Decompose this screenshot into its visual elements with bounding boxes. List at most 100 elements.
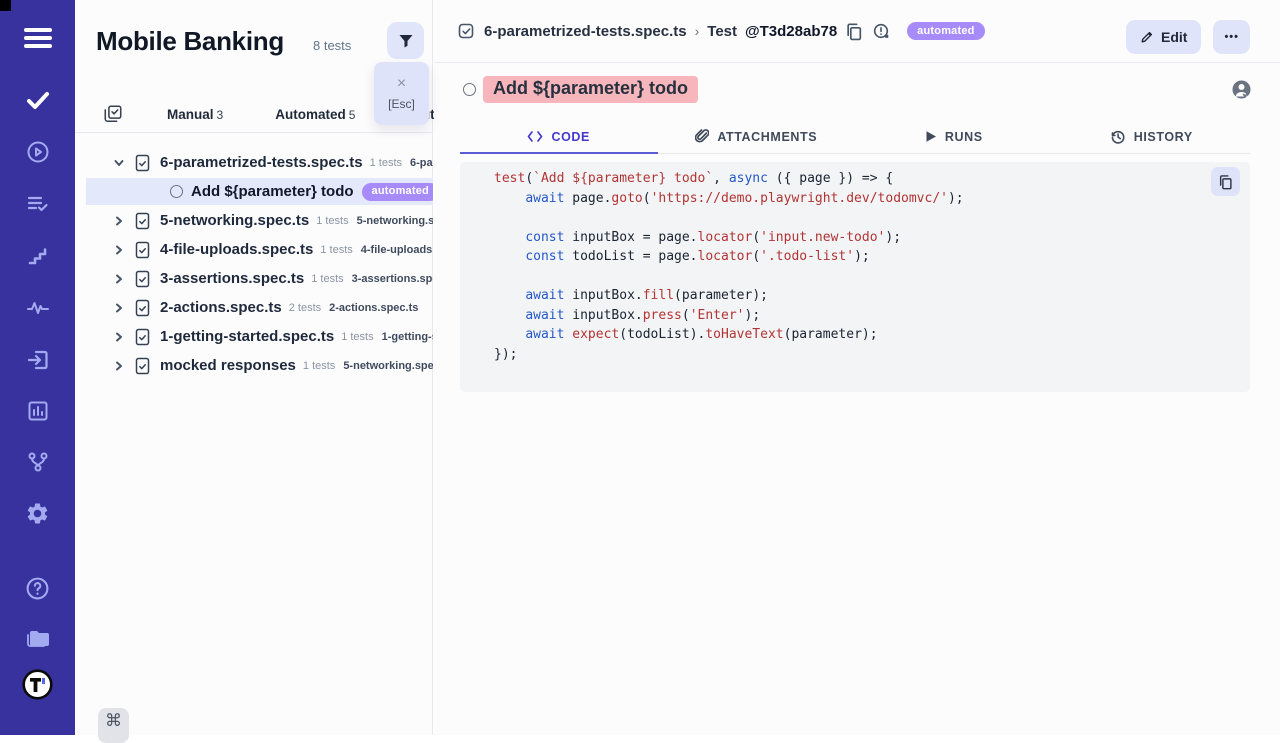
automated-badge: automated <box>907 22 984 40</box>
menu-icon[interactable] <box>0 27 75 49</box>
test-status-circle-icon <box>170 185 183 198</box>
tab-code[interactable]: CODE <box>460 120 658 153</box>
test-title: Add ${parameter} todo <box>483 76 698 103</box>
breadcrumb-file[interactable]: 6-parametrized-tests.spec.ts <box>484 23 687 40</box>
spec-file-icon <box>134 357 151 375</box>
tree-spec-file-row[interactable]: 5-networking.spec.ts1 tests5-networking.… <box>75 206 433 235</box>
project-title: Mobile Banking <box>96 26 284 57</box>
breadcrumb: 6-parametrized-tests.spec.ts › Test @T3d… <box>457 22 985 41</box>
tree-spec-file-row[interactable]: 6-parametrized-tests.spec.ts 1 tests 6-par… <box>75 148 433 177</box>
spec-file-path: 2-actions.spec.ts <box>329 302 418 314</box>
import-icon[interactable] <box>0 348 75 372</box>
steps-icon[interactable] <box>0 244 75 268</box>
select-all-icon[interactable] <box>103 104 123 124</box>
chevron-right-icon[interactable] <box>113 302 125 314</box>
tree-spec-file-row[interactable]: 2-actions.spec.ts 2 tests 2-actions.spec.t… <box>75 293 433 322</box>
spec-file-path: 6-parametrized-tests.spec.ts <box>410 157 433 169</box>
code-line: await inputBox.fill(parameter); <box>494 288 964 308</box>
code-icon <box>527 130 543 143</box>
chevron-right-icon[interactable] <box>113 331 125 343</box>
spec-test-count: 1 tests <box>370 157 402 169</box>
assignee-avatar[interactable] <box>1231 79 1252 100</box>
detail-tabs: CODE ATTACHMENTS RUNS HISTORY <box>460 120 1250 154</box>
tree-test-row-selected[interactable]: Add ${parameter} todo automated <box>86 178 433 205</box>
chevron-down-icon[interactable] <box>113 157 125 169</box>
spec-test-count: 2 tests <box>289 302 321 314</box>
spec-file-icon <box>134 328 151 346</box>
code-line <box>494 269 964 289</box>
tree-spec-file-row[interactable]: 1-getting-started.spec.ts1 tests1-gettin… <box>75 322 433 351</box>
test-plans-icon[interactable] <box>0 192 75 216</box>
spec-file-path: 5-networking.spec.ts <box>357 215 433 227</box>
tree-spec-file-row[interactable]: mocked responses1 tests5-networking.spec… <box>75 351 433 380</box>
project-sidebar: Mobile Banking 8 tests × [Esc] Manual3 A… <box>75 0 433 735</box>
tab-automated[interactable]: Automated5 <box>275 107 355 122</box>
test-title-row: Add ${parameter} todo <box>463 76 698 103</box>
spec-file-name: 6-parametrized-tests.spec.ts <box>160 154 363 171</box>
corner-dot <box>0 0 11 11</box>
app-nav-rail <box>0 0 75 735</box>
spec-file-name: 1-getting-started.spec.ts <box>160 328 334 345</box>
code-line: await inputBox.press('Enter'); <box>494 308 964 328</box>
tab-attachments[interactable]: ATTACHMENTS <box>658 120 856 153</box>
spec-test-count: 1 tests <box>320 244 352 256</box>
test-detail-panel: 6-parametrized-tests.spec.ts › Test @T3d… <box>434 0 1280 735</box>
command-shortcut-button[interactable]: ⌘ <box>98 708 129 743</box>
spec-file-name: 2-actions.spec.ts <box>160 299 282 316</box>
analytics-chart-icon[interactable] <box>0 399 75 423</box>
spec-file-icon <box>134 154 151 172</box>
funnel-icon <box>397 32 415 50</box>
chevron-right-icon[interactable] <box>113 273 125 285</box>
test-status-circle-icon <box>463 83 476 96</box>
test-id: @T3d28ab78 <box>745 23 837 40</box>
help-icon[interactable] <box>0 576 75 601</box>
tab-runs[interactable]: RUNS <box>855 120 1053 153</box>
paperclip-icon <box>695 129 709 144</box>
close-icon[interactable]: × <box>397 76 406 92</box>
code-line: }); <box>494 347 964 367</box>
code-line: const todoList = page.locator('.todo-lis… <box>494 249 964 269</box>
tab-history[interactable]: HISTORY <box>1053 120 1251 153</box>
copy-id-icon[interactable] <box>845 22 864 41</box>
esc-hint-label: [Esc] <box>388 97 415 111</box>
spec-file-icon <box>134 270 151 288</box>
code-line: await page.goto('https://demo.playwright… <box>494 191 964 211</box>
test-source-code: test(`Add ${parameter} todo`, async ({ p… <box>494 171 964 366</box>
edit-button[interactable]: Edit <box>1126 20 1201 54</box>
filter-button[interactable] <box>387 22 424 59</box>
chevron-right-icon[interactable] <box>113 244 125 256</box>
spec-file-icon <box>134 241 151 259</box>
code-line: const inputBox = page.locator('input.new… <box>494 230 964 250</box>
spec-test-count: 1 tests <box>311 273 343 285</box>
task-check-icon <box>457 22 476 41</box>
command-icon: ⌘ <box>105 711 122 731</box>
branches-icon[interactable] <box>0 450 75 474</box>
projects-folder-icon[interactable] <box>0 626 75 650</box>
runs-play-icon[interactable] <box>0 140 75 164</box>
play-icon <box>925 130 937 143</box>
copy-icon <box>1218 174 1234 190</box>
spec-file-icon <box>134 212 151 230</box>
more-actions-button[interactable]: ••• <box>1213 20 1250 54</box>
tab-manual[interactable]: Manual3 <box>167 107 223 122</box>
escape-tooltip: × [Esc] <box>374 62 429 125</box>
testomat-logo[interactable] <box>0 669 75 700</box>
test-header: 6-parametrized-tests.spec.ts › Test @T3d… <box>434 0 1280 63</box>
automated-badge: automated <box>362 183 433 201</box>
test-name: Add ${parameter} todo <box>191 183 354 200</box>
spec-test-count: 1 tests <box>341 331 373 343</box>
settings-gear-icon[interactable] <box>0 501 75 526</box>
spec-test-count: 1 tests <box>303 360 335 372</box>
breadcrumb-separator: › <box>695 23 700 39</box>
spec-file-name: 5-networking.spec.ts <box>160 212 309 229</box>
spec-file-name: mocked responses <box>160 357 296 374</box>
history-clock-icon <box>1110 129 1126 145</box>
pulse-icon[interactable] <box>0 296 75 320</box>
tests-check-icon[interactable] <box>0 88 75 112</box>
copy-code-button[interactable] <box>1211 167 1240 196</box>
sync-status-icon[interactable] <box>872 22 891 41</box>
chevron-right-icon[interactable] <box>113 215 125 227</box>
tree-spec-file-row[interactable]: 4-file-uploads.spec.ts1 tests4-file-uplo… <box>75 235 433 264</box>
chevron-right-icon[interactable] <box>113 360 125 372</box>
tree-spec-file-row[interactable]: 3-assertions.spec.ts1 tests3-assertions.… <box>75 264 433 293</box>
